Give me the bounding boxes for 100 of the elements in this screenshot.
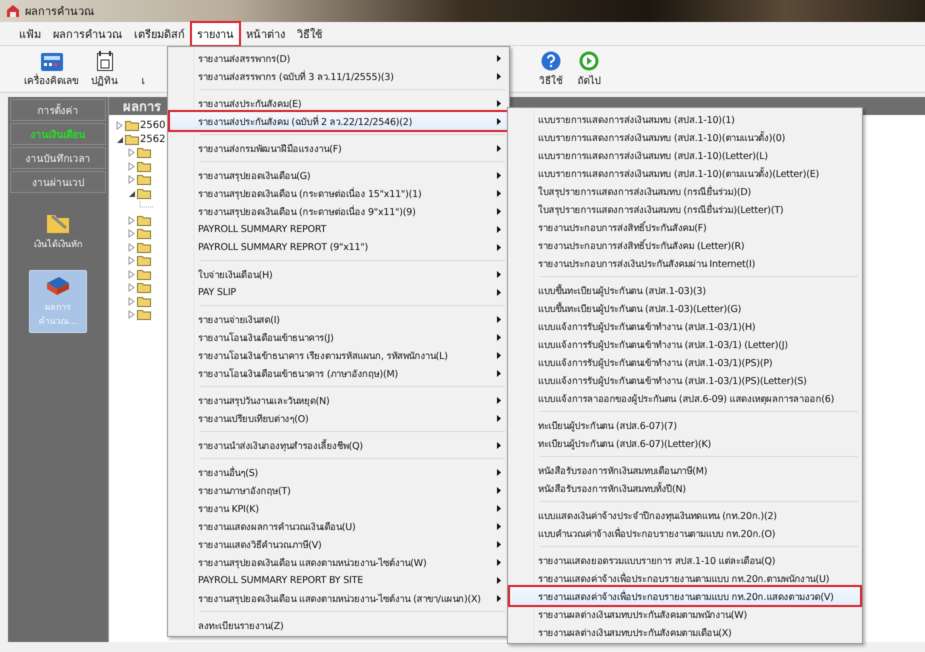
menu-bar-item[interactable]: เตรียมดิสก์ (129, 22, 190, 44)
menu-item[interactable]: รายงานส่งประกันสังคม(E) (170, 94, 507, 112)
menu-item[interactable]: รายงานเปรียบเทียบต่างๆ(O) (170, 409, 507, 427)
menu-item[interactable]: แบบแจ้งการรับผู้ประกันตนเข้าทำงาน (สปส.1-03/1)(H) (510, 317, 860, 335)
menu-item[interactable]: PAY SLIP (170, 283, 507, 301)
menu-item[interactable]: แบบแจ้งการรับผู้ประกันตนเข้าทำงาน (สปส.1-03/1)(PS)(Letter)(S) (510, 371, 860, 389)
menu-bar-item[interactable]: แฟ้ม (14, 22, 46, 44)
menu-item[interactable]: รายงานสรุปยอดเงินเดือน แสดงตามหน่วยงาน-ไซต์งาน (สาขา/แผนก)(X) (170, 589, 507, 607)
menu-item[interactable]: รายงานส่งประกันสังคม (ฉบับที่ 2 ลว.22/12/2546)(2) (170, 112, 507, 130)
menu-item[interactable]: PAYROLL SUMMARY REPROT (9"x11") (170, 238, 507, 256)
collapse-icon[interactable] (127, 188, 136, 198)
menu-item[interactable]: ใบสรุปรายการแสดงการส่งเงินสมทบ (กรณียื่นร่วม)(Letter)(T) (510, 200, 860, 218)
menu-bar-item[interactable]: วิธีใช้ (292, 22, 327, 44)
expand-icon[interactable] (127, 256, 136, 266)
menu-item[interactable]: ทะเบียนผู้ประกันตน (สปส.6-07)(7) (510, 416, 860, 434)
book-icon (45, 275, 71, 297)
menu-item[interactable]: รายงานแสดงผลการคำนวณเงินเดือน(U) (170, 517, 507, 535)
menu-item[interactable]: แบบคำนวณค่าจ้างเพื่อประกอบรายงานตามแบบ กท.20ก.(O) (510, 524, 860, 542)
folder-icon (125, 134, 139, 145)
menu-item[interactable]: รายงาน KPI(K) (170, 499, 507, 517)
help-icon (541, 51, 561, 71)
calculator-icon (40, 53, 62, 71)
window-title: ผลการคำนวณ (25, 4, 94, 20)
menu-item[interactable]: แบบรายการแสดงการส่งเงินสมทบ (สปส.1-10)(Letter)(L) (510, 146, 860, 164)
menu-item[interactable]: รายงานสรุปยอดเงินเดือน แสดงตามหน่วยงาน-ไซต์งาน(W) (170, 553, 507, 571)
expand-icon[interactable] (127, 216, 136, 225)
menu-item[interactable]: แบบขึ้นทะเบียนผู้ประกันตน (สปส.1-03)(3) (510, 281, 860, 299)
menu-item[interactable]: แบบแจ้งการลาออกของผู้ประกันตน (สปส.6-09) แสดงเหตุผลการลาออก(6) (510, 389, 860, 407)
menu-item[interactable]: แบบแจ้งการรับผู้ประกันตนเข้าทำงาน (สปส.1-03/1)(PS)(P) (510, 353, 860, 371)
folder-icon (46, 212, 70, 234)
menu-item[interactable]: หนังสือรับรองการหักเงินสมทบทั้งปี(N) (510, 479, 860, 497)
expand-icon[interactable] (127, 310, 136, 320)
menu-bar-item[interactable]: หน้าต่าง (241, 22, 290, 44)
menu-item[interactable]: รายงานผลต่างเงินสมทบประกันสังคมตามเดือน(X) (510, 623, 860, 641)
menu-item[interactable]: รายงานประกอบการส่งเงินประกันสังคมผ่าน Internet(I) (510, 254, 860, 272)
menu-item[interactable]: แบบรายการแสดงการส่งเงินสมทบ (สปส.1-10)(1) (510, 110, 860, 128)
menu-item[interactable]: แบบรายการแสดงการส่งเงินสมทบ (สปส.1-10)(ตามแนวตั้ง)(0) (510, 128, 860, 146)
menu-item[interactable]: PAYROLL SUMMARY REPORT (170, 220, 507, 238)
folder-icon (137, 296, 151, 307)
menu-item[interactable]: ลงทะเบียนรายงาน(Z) (170, 616, 507, 634)
menu-item[interactable]: รายงานประกอบการส่งสิทธิ์ประกันสังคม (Letter)(R) (510, 236, 860, 254)
menu-item[interactable]: ทะเบียนผู้ประกันตน (สปส.6-07)(Letter)(K) (510, 434, 860, 452)
folder-icon (137, 214, 151, 226)
collapse-icon[interactable] (115, 134, 124, 144)
menu-item[interactable]: รายงานแสดงค่าจ้างเพื่อประกอบรายงานตามแบบ กท.20ก.ตามพนักงาน(U) (510, 569, 860, 587)
menu-item[interactable]: รายงานโอนเงินเดือนเข้าธนาคาร(J) (170, 328, 507, 346)
menu-item[interactable]: รายงานแสดงวิธีคำนวณภาษี(V) (170, 535, 507, 553)
menu-item[interactable]: รายงานภาษาอังกฤษ(T) (170, 481, 507, 499)
menu-item[interactable]: ใบจ่ายเงินเดือน(H) (170, 265, 507, 283)
menu-item[interactable]: รายงานจ่ายเงินสด(I) (170, 310, 507, 328)
folder-icon (125, 120, 139, 132)
expand-icon[interactable] (127, 162, 136, 171)
menu-item[interactable]: รายงานส่งสรรพากร(D) (170, 49, 507, 67)
expand-icon[interactable] (127, 296, 136, 306)
menu-item[interactable]: รายงานแสดงยอดรวมแบบรายการ สปส.1-10 แต่ละเดือน(Q) (510, 551, 860, 569)
menu-bar-item[interactable]: ผลการคำนวณ (48, 22, 127, 44)
folder-icon (137, 188, 151, 199)
menu-item[interactable]: รายงานส่งกรมพัฒนาฝีมือแรงงาน(F) (170, 139, 507, 157)
menu-item[interactable]: รายงานโอนเงินเดือนเข้าธนาคาร (ภาษาอังกฤษ)(M) (170, 364, 507, 382)
toolbar-button[interactable]: ถัดไป (570, 51, 608, 88)
sidebar-section-button[interactable]: งานผ่านเวป (10, 171, 106, 193)
menu-item[interactable]: รายงานผลต่างเงินสมทบประกันสังคมตามพนักงาน(W) (510, 605, 860, 623)
menu-item[interactable]: รายงานสรุปยอดเงินเดือน(G) (170, 166, 507, 184)
menu-item[interactable]: รายงานแสดงค่าจ้างเพื่อประกอบรายงานตามแบบ กท.20ก.แสดงตามงวด(V) (510, 587, 860, 605)
menu-item[interactable]: รายงานนำส่งเงินกองทุนสำรองเลี้ยงชีพ(Q) (170, 436, 507, 454)
menu-item[interactable]: ใบสรุปรายการแสดงการส่งเงินสมทบ (กรณียื่นร่วม)(D) (510, 182, 860, 200)
menu-item[interactable]: หนังสือรับรองการหักเงินสมทบเดือนภาษี(M) (510, 461, 860, 479)
menu-item[interactable]: แบบแจ้งการรับผู้ประกันตนเข้าทำงาน (สปส.1-03/1) (Letter)(J) (510, 335, 860, 353)
menu-item[interactable]: รายงานสรุปวันงานและวันหยุด(N) (170, 391, 507, 409)
menu-item[interactable]: แบบแสดงเงินค่าจ้างประจำปีกองทุนเงินทดแทน (กท.20ก.)(2) (510, 506, 860, 524)
expand-icon[interactable] (115, 121, 124, 130)
menu-item[interactable]: แบบรายการแสดงการส่งเงินสมทบ (สปส.1-10)(ตามแนวตั้ง)(Letter)(E) (510, 164, 860, 182)
menu-item[interactable]: รายงานประกอบการส่งสิทธิ์ประกันสังคม(F) (510, 218, 860, 236)
folder-icon (137, 309, 151, 320)
menu-item[interactable]: รายงานส่งสรรพากร (ฉบับที่ 3 ลว.11/1/2555)(3) (170, 67, 507, 85)
expand-icon[interactable] (127, 270, 136, 279)
tree-node-label[interactable]: 2562 (140, 134, 166, 145)
menu-bar-item[interactable]: รายงาน (192, 22, 239, 44)
menu-item[interactable]: รายงานอื่นๆ(S) (170, 463, 507, 481)
menu-item[interactable]: แบบขึ้นทะเบียนผู้ประกันตน (สปส.1-03)(Letter)(G) (510, 299, 860, 317)
sidebar-section-button[interactable]: การตั้งค่า (10, 99, 106, 121)
toolbar-button[interactable]: เ (124, 73, 162, 88)
toolbar-button[interactable]: เครื่องคิดเลข (18, 53, 85, 88)
menu-item[interactable]: รายงานสรุปยอดเงินเดือน (กระดาษต่อเนื่อง 9"x11")(9) (170, 202, 507, 220)
folder-icon (137, 160, 151, 172)
expand-icon[interactable] (127, 242, 136, 252)
menu-item[interactable]: PAYROLL SUMMARY REPORT BY SITE (170, 571, 507, 589)
tree-node-label[interactable]: 2560 (140, 120, 166, 132)
toolbar-button[interactable]: วิธีใช้ (532, 51, 570, 88)
menu-item[interactable]: รายงานโอนเงินเข้าธนาคาร เรียงตามรหัสแผนก, รหัสพนักงาน(L) (170, 346, 507, 364)
sidebar-section-button[interactable]: งานบันทึกเวลา (10, 147, 106, 169)
panel-title: ผลการ (123, 98, 161, 116)
toolbar-button[interactable]: ปฏิทิน (85, 51, 124, 88)
expand-icon[interactable] (127, 175, 136, 184)
expand-icon[interactable] (127, 148, 136, 158)
folder-icon (137, 174, 151, 186)
menu-item[interactable]: รายงานสรุปยอดเงินเดือน (กระดาษต่อเนื่อง 15"x11")(1) (170, 184, 507, 202)
expand-icon[interactable] (127, 283, 136, 292)
sidebar-item[interactable]: เงินได้เงินหัก (29, 207, 87, 256)
expand-icon[interactable] (127, 229, 136, 238)
